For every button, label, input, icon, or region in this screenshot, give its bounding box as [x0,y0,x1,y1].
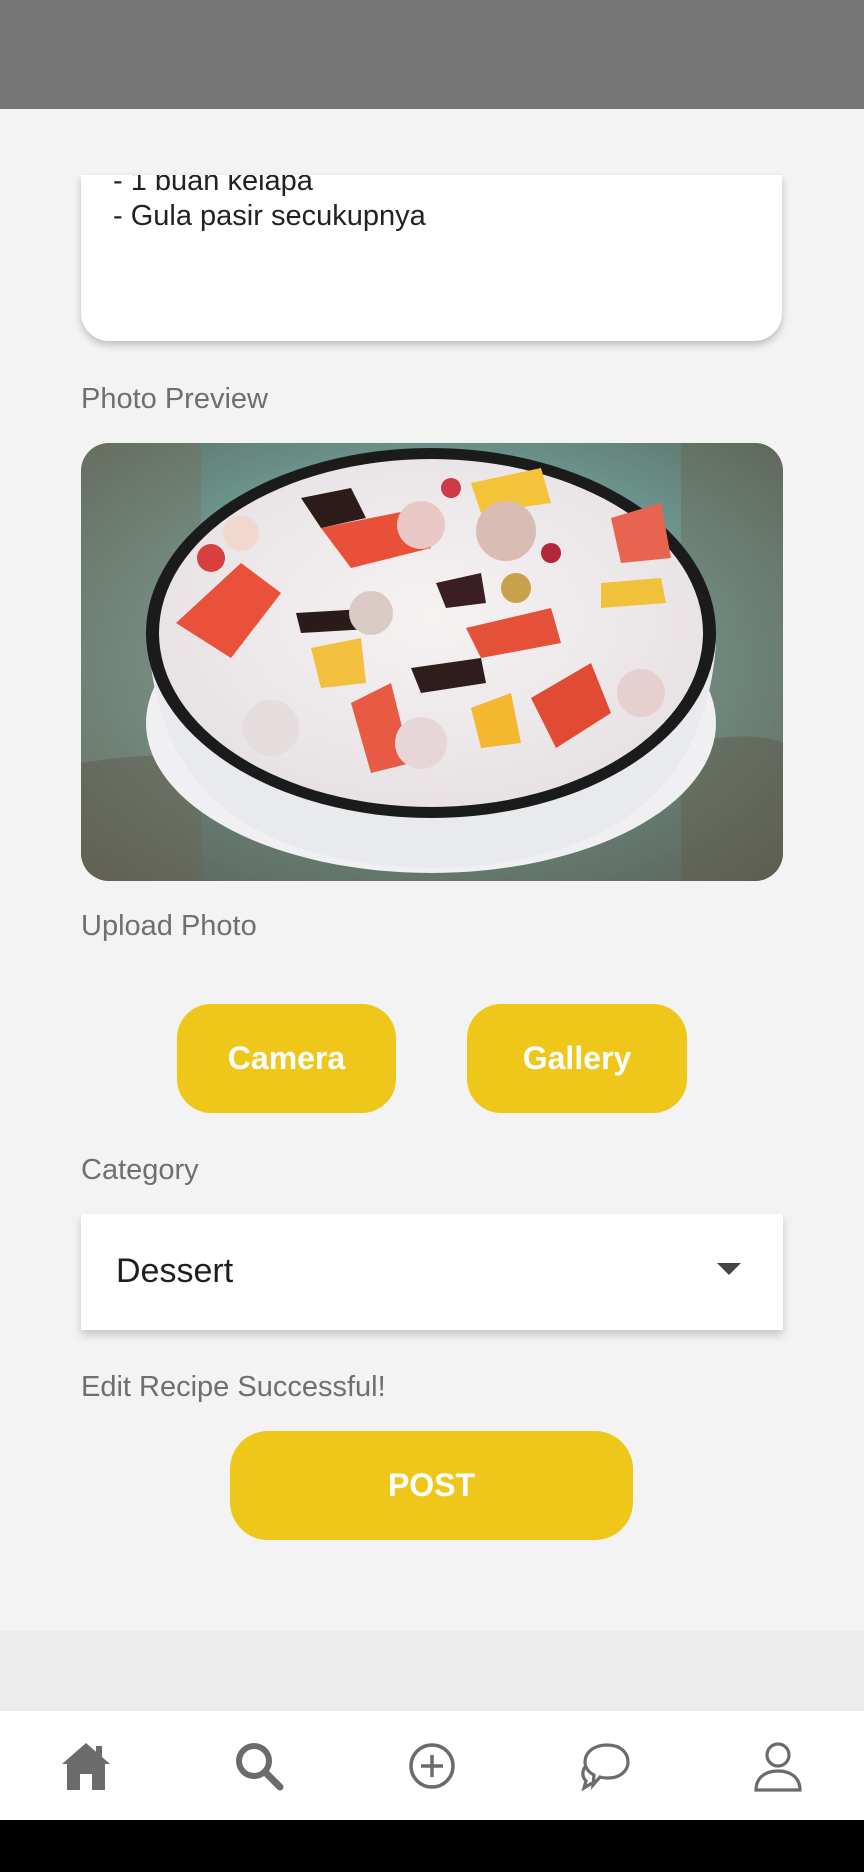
gallery-button[interactable]: Gallery [467,1004,687,1113]
edit-recipe-form: - 1 buah kelapa - Gula pasir secukupnya … [0,109,864,1631]
home-icon [62,1742,110,1790]
status-bar [0,0,864,109]
nav-home[interactable] [0,1711,172,1820]
add-circle-icon [409,1742,455,1789]
category-dropdown[interactable]: Dessert [81,1214,783,1330]
ingredient-line: - Gula pasir secukupnya [113,200,426,232]
nav-chat[interactable] [519,1711,691,1820]
photo-preview-label: Photo Preview [81,383,268,415]
ingredient-line: - 1 buah kelapa [113,175,313,197]
nav-add[interactable] [346,1711,518,1820]
profile-icon [754,1741,802,1792]
category-selected-value: Dessert [116,1252,234,1290]
content-footer [0,1631,864,1711]
photo-preview-image [81,443,783,881]
nav-search[interactable] [173,1711,345,1820]
chat-icon [581,1742,630,1791]
upload-photo-label: Upload Photo [81,910,257,942]
dropdown-arrow-icon [717,1263,741,1275]
ingredients-textarea[interactable]: - 1 buah kelapa - Gula pasir secukupnya [81,175,782,341]
search-icon [236,1742,284,1790]
camera-button[interactable]: Camera [177,1004,396,1113]
nav-profile[interactable] [692,1711,864,1820]
category-label: Category [81,1154,199,1186]
bottom-navigation [0,1711,864,1820]
system-navigation-bar [0,1820,864,1872]
post-button[interactable]: POST [230,1431,633,1540]
status-message: Edit Recipe Successful! [81,1371,386,1403]
